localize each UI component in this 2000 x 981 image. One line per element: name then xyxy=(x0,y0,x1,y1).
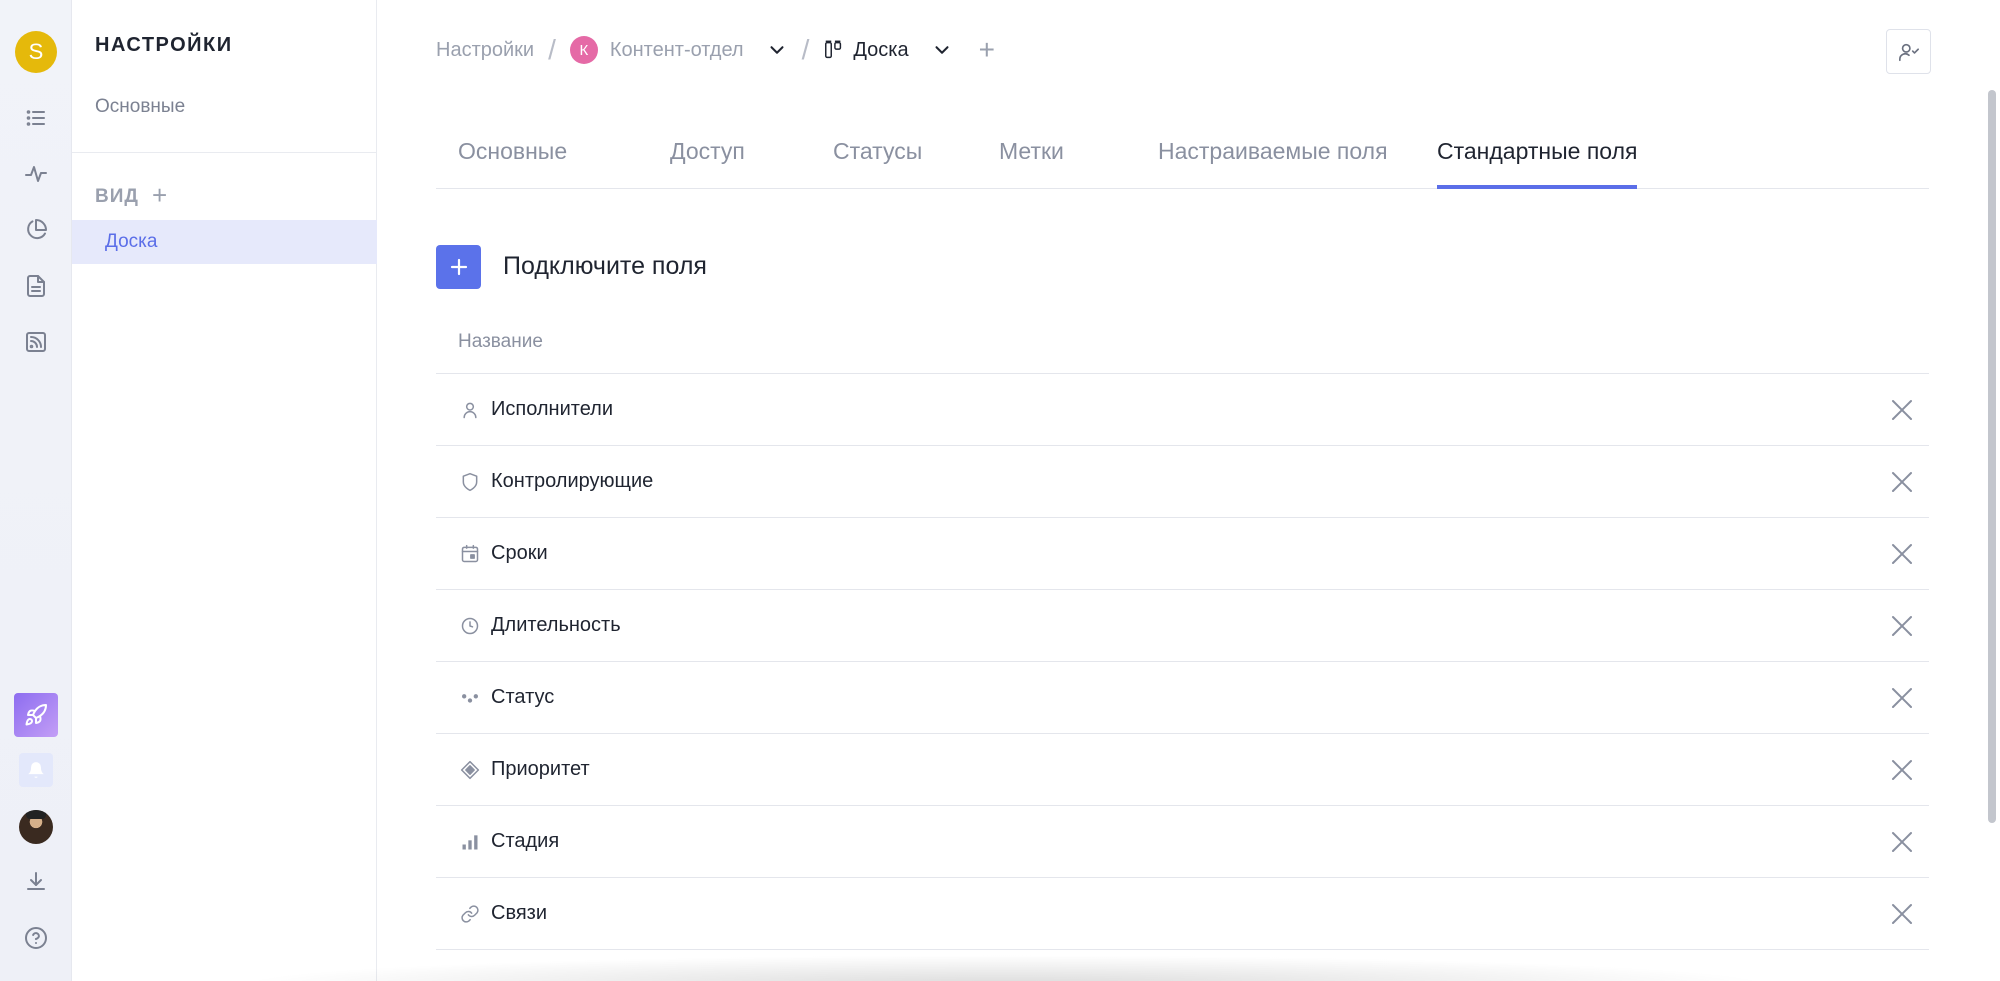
column-header-name: Название xyxy=(458,331,543,352)
list-icon[interactable] xyxy=(18,100,54,136)
board-icon xyxy=(823,39,845,61)
tab-statuses[interactable]: Статусы xyxy=(833,138,922,189)
field-name: Статус xyxy=(491,686,555,708)
help-icon[interactable] xyxy=(18,920,54,956)
breadcrumb-separator: / xyxy=(548,34,556,65)
close-icon xyxy=(1892,544,1912,564)
add-board-button[interactable]: + xyxy=(979,36,995,64)
table-row: Длительность xyxy=(436,589,1929,661)
table-row: Исполнители xyxy=(436,373,1929,445)
shield-icon xyxy=(458,470,482,494)
bell-icon[interactable] xyxy=(19,753,53,787)
rocket-icon[interactable] xyxy=(14,693,58,737)
remove-field-button[interactable] xyxy=(1889,901,1915,927)
link-icon xyxy=(458,902,482,926)
table-row: Приоритет xyxy=(436,733,1929,805)
tab-labels[interactable]: Метки xyxy=(999,138,1064,189)
table-row: Статус xyxy=(436,661,1929,733)
table-row: Сроки xyxy=(436,517,1929,589)
fields-table: Исполнители Контролирующие Сроки Длитель… xyxy=(436,373,1929,981)
tab-access[interactable]: Доступ xyxy=(670,138,745,189)
plus-icon xyxy=(450,258,467,276)
breadcrumb: Настройки / К Контент-отдел / Доска + xyxy=(436,30,995,70)
breadcrumb-board[interactable]: Доска xyxy=(853,39,908,62)
remove-field-button[interactable] xyxy=(1889,397,1915,423)
users-icon xyxy=(1898,43,1919,61)
sidebar-item-label: Доска xyxy=(105,231,158,252)
icon-rail: S xyxy=(0,0,72,981)
rss-icon[interactable] xyxy=(18,324,54,360)
breadcrumb-team[interactable]: Контент-отдел xyxy=(610,39,744,62)
add-view-button[interactable]: + xyxy=(152,182,167,208)
team-badge: К xyxy=(569,36,598,64)
tab-general[interactable]: Основные xyxy=(458,138,567,189)
breadcrumb-root[interactable]: Настройки xyxy=(436,39,534,62)
table-row: Контролирующие xyxy=(436,445,1929,517)
user-avatar[interactable]: S xyxy=(15,31,57,73)
field-name: Сроки xyxy=(491,542,548,564)
section-title: Подключите поля xyxy=(503,252,707,280)
close-icon xyxy=(1892,400,1912,420)
field-name: Контролирующие xyxy=(491,470,654,492)
remove-field-button[interactable] xyxy=(1889,757,1915,783)
clock-icon xyxy=(458,614,482,638)
sidebar-divider xyxy=(72,152,377,153)
field-name: Приоритет xyxy=(491,758,590,780)
remove-field-button[interactable] xyxy=(1889,829,1915,855)
user-initial: S xyxy=(28,39,44,64)
bottom-shadow xyxy=(230,955,1780,981)
bars-icon xyxy=(458,830,482,854)
remove-field-button[interactable] xyxy=(1889,469,1915,495)
download-icon[interactable] xyxy=(18,864,54,900)
app-window: S НАСТРОЙКИ Основные ВИД + Доска Настрой… xyxy=(0,0,2000,981)
diamond-icon xyxy=(458,758,482,782)
chevron-down-icon[interactable] xyxy=(931,39,953,61)
close-icon xyxy=(1892,904,1912,924)
close-icon xyxy=(1892,760,1912,780)
remove-field-button[interactable] xyxy=(1889,541,1915,567)
table-row: Стадия xyxy=(436,805,1929,877)
field-name: Стадия xyxy=(491,830,560,852)
settings-sidebar: НАСТРОЙКИ Основные ВИД + Доска xyxy=(72,0,377,981)
tab-standard-fields[interactable]: Стандартные поля xyxy=(1437,138,1638,189)
activity-icon[interactable] xyxy=(18,156,54,192)
dots-icon xyxy=(458,686,482,710)
sidebar-section-view: ВИД xyxy=(95,186,139,207)
sidebar-item-general[interactable]: Основные xyxy=(95,96,185,118)
tab-custom-fields[interactable]: Настраиваемые поля xyxy=(1158,138,1388,189)
calendar-icon xyxy=(458,542,482,566)
user-photo[interactable] xyxy=(19,810,53,844)
members-button[interactable] xyxy=(1886,29,1931,74)
remove-field-button[interactable] xyxy=(1889,613,1915,639)
person-icon xyxy=(458,398,482,422)
field-name: Длительность xyxy=(491,614,621,636)
chevron-down-icon[interactable] xyxy=(766,39,788,61)
field-name: Связи xyxy=(491,902,548,924)
close-icon xyxy=(1892,832,1912,852)
close-icon xyxy=(1892,472,1912,492)
main-content: Настройки / К Контент-отдел / Доска + Ос… xyxy=(377,0,2000,981)
remove-field-button[interactable] xyxy=(1889,685,1915,711)
sidebar-title: НАСТРОЙКИ xyxy=(95,34,233,56)
pie-chart-icon[interactable] xyxy=(18,212,54,248)
scrollbar[interactable] xyxy=(1988,90,1996,823)
breadcrumb-separator: / xyxy=(801,34,810,65)
document-icon[interactable] xyxy=(18,268,54,304)
add-field-button[interactable] xyxy=(436,245,481,289)
table-row: Связи xyxy=(436,877,1929,949)
close-icon xyxy=(1892,616,1912,636)
settings-tabs: Основные Доступ Статусы Метки Настраивае… xyxy=(436,130,1929,189)
close-icon xyxy=(1892,688,1912,708)
sidebar-item-board[interactable]: Доска xyxy=(72,220,377,264)
field-name: Исполнители xyxy=(491,398,614,420)
